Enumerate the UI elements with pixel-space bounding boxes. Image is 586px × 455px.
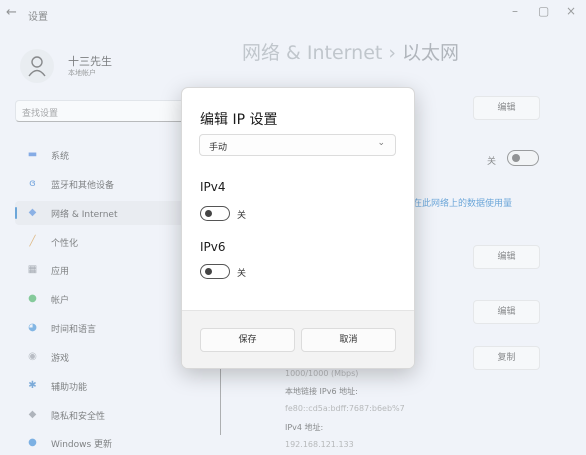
dialog-footer: 保存 取消 [182,310,414,368]
ipv6-toggle[interactable] [200,264,230,279]
ip-mode-dropdown[interactable]: 手动 ⌄ [199,134,396,156]
ipv4-toggle-state: 关 [237,211,247,221]
dialog-title: 编辑 IP 设置 [200,112,278,128]
toggle-knob [205,210,212,217]
ipv4-toggle[interactable] [200,206,230,221]
ipv6-toggle-state: 关 [237,269,247,279]
edit-ip-dialog: 编辑 IP 设置 手动 ⌄ IPv4 关 IPv6 关 保存 取消 [181,87,415,369]
settings-window: ← 设置 – ▢ × 十三先生 本地帐户 查找设置 ▬ 系统 ɞ 蓝牙和其他设备… [0,0,586,455]
ipv6-heading: IPv6 [200,240,226,254]
toggle-knob [205,268,212,275]
save-button[interactable]: 保存 [200,328,295,352]
ipv4-heading: IPv4 [200,180,226,194]
ip-mode-value: 手动 [209,143,228,153]
chevron-down-icon: ⌄ [377,138,385,148]
cancel-button[interactable]: 取消 [301,328,396,352]
